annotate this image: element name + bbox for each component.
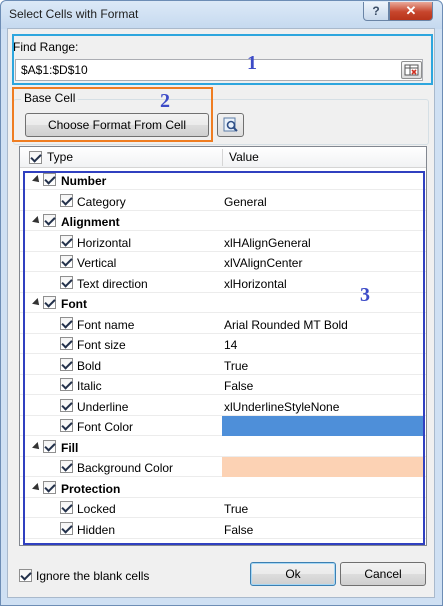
close-icon: ✕ [405, 3, 417, 18]
window-title: Select Cells with Format [9, 7, 139, 21]
ok-button[interactable]: Ok [250, 562, 336, 586]
help-icon: ? [372, 4, 380, 18]
annotation-box-1 [12, 34, 433, 85]
column-header-type[interactable]: Type [47, 150, 73, 164]
ignore-blank-checkbox[interactable] [19, 569, 32, 582]
column-separator[interactable] [222, 149, 223, 166]
column-header-value[interactable]: Value [229, 150, 259, 164]
annotation-number-3: 3 [360, 284, 370, 306]
close-button[interactable]: ✕ [389, 2, 433, 21]
annotation-box-2 [12, 87, 213, 142]
annotation-number-2: 2 [160, 90, 170, 112]
preview-button[interactable] [217, 113, 244, 137]
title-bar[interactable]: Select Cells with Format ? ✕ [1, 1, 442, 29]
magnifier-icon [223, 117, 238, 132]
cancel-button[interactable]: Cancel [340, 562, 426, 586]
help-button[interactable]: ? [363, 2, 389, 21]
annotation-box-3 [23, 171, 425, 545]
annotation-number-1: 1 [247, 52, 257, 74]
header-checkbox[interactable] [29, 151, 42, 164]
tree-header: Type Value [20, 147, 426, 168]
ignore-blank-label[interactable]: Ignore the blank cells [36, 569, 149, 583]
